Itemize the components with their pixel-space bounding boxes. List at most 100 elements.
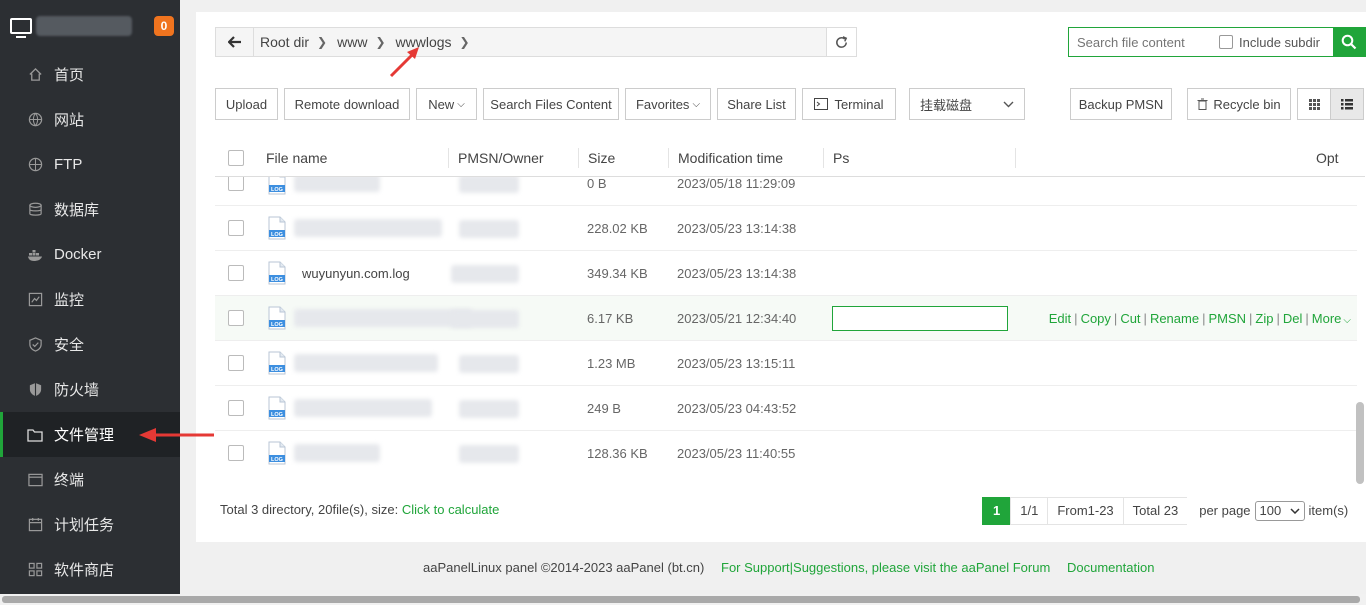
back-arrow-icon[interactable] xyxy=(216,28,254,56)
support-forum-link[interactable]: For Support|Suggestions, please visit th… xyxy=(721,560,1050,575)
include-subdir-checkbox[interactable] xyxy=(1219,35,1233,49)
remote-download-button[interactable]: Remote download xyxy=(284,88,410,120)
page-current[interactable]: 1 xyxy=(982,497,1012,525)
terminal-icon xyxy=(27,472,43,488)
per-page-select[interactable]: 100 xyxy=(1254,501,1305,521)
favorites-label: Favorites xyxy=(635,96,690,112)
sidebar-item-10[interactable]: 计划任务 xyxy=(0,502,180,547)
favorites-button[interactable]: Favorites ⌵ xyxy=(625,88,711,120)
backup-pmsn-button[interactable]: Backup PMSN xyxy=(1070,88,1172,120)
breadcrumb: Root dir ❯ www ❯ wwwlogs ❯ xyxy=(215,27,857,57)
horizontal-scrollbar[interactable] xyxy=(0,594,1366,605)
separator: | xyxy=(1074,311,1078,326)
header-opt: Opt xyxy=(1316,150,1339,166)
click-to-calculate-link[interactable]: Click to calculate xyxy=(402,502,500,517)
log-file-icon: LOG xyxy=(268,216,286,240)
header-file-name[interactable]: File name xyxy=(266,140,327,176)
new-button[interactable]: New ⌵ xyxy=(416,88,477,120)
grid-view-icon[interactable] xyxy=(1297,88,1331,120)
recycle-bin-button[interactable]: Recycle bin xyxy=(1187,88,1291,120)
action-more[interactable]: More xyxy=(1312,311,1342,326)
sidebar-item-11[interactable]: 软件商店 xyxy=(0,547,180,592)
search-button[interactable] xyxy=(1333,28,1365,56)
mount-disk-label: 挂载磁盘 xyxy=(920,97,973,113)
sidebar-item-label: 网站 xyxy=(54,112,85,129)
include-subdir-label: Include subdir xyxy=(1239,34,1320,50)
per-page-control: per page 100 item(s) xyxy=(1187,497,1358,525)
action-pmsn[interactable]: PMSN xyxy=(1208,311,1246,326)
action-zip[interactable]: Zip xyxy=(1255,311,1273,326)
table-row[interactable]: LOG 228.02 KB 2023/05/23 13:14:38 xyxy=(215,206,1357,251)
row-checkbox[interactable] xyxy=(228,310,244,326)
monitor-icon xyxy=(27,292,43,308)
ps-remark-input[interactable] xyxy=(832,306,1008,331)
sidebar-item-label: 文件管理 xyxy=(54,427,115,444)
header-size[interactable]: Size xyxy=(588,140,615,176)
sidebar-item-6[interactable]: 安全 xyxy=(0,322,180,367)
row-checkbox[interactable] xyxy=(228,445,244,461)
ftp-icon xyxy=(27,157,43,173)
file-name-blurred[interactable] xyxy=(294,354,438,372)
search-files-content-button[interactable]: Search Files Content xyxy=(483,88,619,120)
file-size: 1.23 MB xyxy=(587,356,636,371)
upload-button[interactable]: Upload xyxy=(215,88,278,120)
select-all-checkbox[interactable] xyxy=(228,150,244,166)
file-name-blurred[interactable] xyxy=(294,444,380,462)
action-cut[interactable]: Cut xyxy=(1120,311,1140,326)
table-scrollbar[interactable] xyxy=(1356,190,1364,485)
mount-disk-select[interactable]: 挂载磁盘 xyxy=(909,88,1025,120)
scrollbar-thumb[interactable] xyxy=(1356,402,1364,484)
sidebar-item-label: 数据库 xyxy=(54,202,100,219)
breadcrumb-www[interactable]: www xyxy=(337,34,367,50)
sidebar-item-7[interactable]: 防火墙 xyxy=(0,367,180,412)
notification-badge[interactable]: 0 xyxy=(154,16,174,36)
documentation-link[interactable]: Documentation xyxy=(1067,560,1154,575)
row-checkbox[interactable] xyxy=(228,265,244,281)
sidebar-item-4[interactable]: Docker xyxy=(0,232,180,277)
action-rename[interactable]: Rename xyxy=(1150,311,1199,326)
sidebar-item-1[interactable]: 网站 xyxy=(0,97,180,142)
breadcrumb-path[interactable]: Root dir ❯ www ❯ wwwlogs ❯ xyxy=(254,34,826,50)
file-name-blurred[interactable] xyxy=(294,219,442,237)
refresh-icon[interactable] xyxy=(826,28,856,56)
share-list-button[interactable]: Share List xyxy=(717,88,796,120)
row-checkbox[interactable] xyxy=(228,400,244,416)
clock-icon xyxy=(27,517,43,533)
sidebar-item-3[interactable]: 数据库 xyxy=(0,187,180,232)
owner-blurred xyxy=(451,265,519,283)
file-name-blurred[interactable] xyxy=(294,309,472,327)
breadcrumb-root[interactable]: Root dir xyxy=(260,34,309,50)
list-view-icon[interactable] xyxy=(1330,88,1364,120)
scrollbar-thumb[interactable] xyxy=(2,596,1360,603)
sidebar-item-label: 监控 xyxy=(54,292,85,309)
file-name[interactable]: wuyunyun.com.log xyxy=(302,251,410,296)
sidebar-item-2[interactable]: FTP xyxy=(0,142,180,187)
table-row[interactable]: LOG 6.17 KB 2023/05/21 12:34:40 Edit | Copy | C… xyxy=(215,296,1357,341)
row-checkbox[interactable] xyxy=(228,220,244,236)
sidebar-item-5[interactable]: 监控 xyxy=(0,277,180,322)
file-name-blurred[interactable] xyxy=(294,177,380,192)
table-row[interactable]: LOG 1.23 MB 2023/05/23 13:15:11 xyxy=(215,341,1357,386)
table-row[interactable]: LOG 0 B 2023/05/18 11:29:09 xyxy=(215,177,1357,206)
action-copy[interactable]: Copy xyxy=(1081,311,1111,326)
row-checkbox[interactable] xyxy=(228,177,244,191)
table-row[interactable]: LOG wuyunyun.com.log 349.34 KB 2023/05/23 1… xyxy=(215,251,1357,296)
sidebar-item-0[interactable]: 首页 xyxy=(0,52,180,97)
home-icon xyxy=(27,67,43,83)
table-row[interactable]: LOG 128.36 KB 2023/05/23 11:40:55 xyxy=(215,431,1357,473)
pagination: 1 1/1 From1-23 Total 23 per page 100 ite… xyxy=(982,497,1358,525)
search-input[interactable] xyxy=(1069,29,1217,55)
action-edit[interactable]: Edit xyxy=(1049,311,1071,326)
sidebar-item-9[interactable]: 终端 xyxy=(0,457,180,502)
file-icon-label: LOG xyxy=(271,232,283,238)
terminal-button[interactable]: Terminal xyxy=(802,88,896,120)
row-checkbox[interactable] xyxy=(228,355,244,371)
log-file-icon: LOG xyxy=(268,396,286,420)
header-modification-time[interactable]: Modification time xyxy=(678,140,783,176)
action-del[interactable]: Del xyxy=(1283,311,1303,326)
table-row[interactable]: LOG 249 B 2023/05/23 04:43:52 xyxy=(215,386,1357,431)
file-name-blurred[interactable] xyxy=(294,399,432,417)
file-size: 0 B xyxy=(587,177,607,191)
file-mtime: 2023/05/18 11:29:09 xyxy=(677,177,796,191)
header-owner[interactable]: PMSN/Owner xyxy=(458,140,544,176)
